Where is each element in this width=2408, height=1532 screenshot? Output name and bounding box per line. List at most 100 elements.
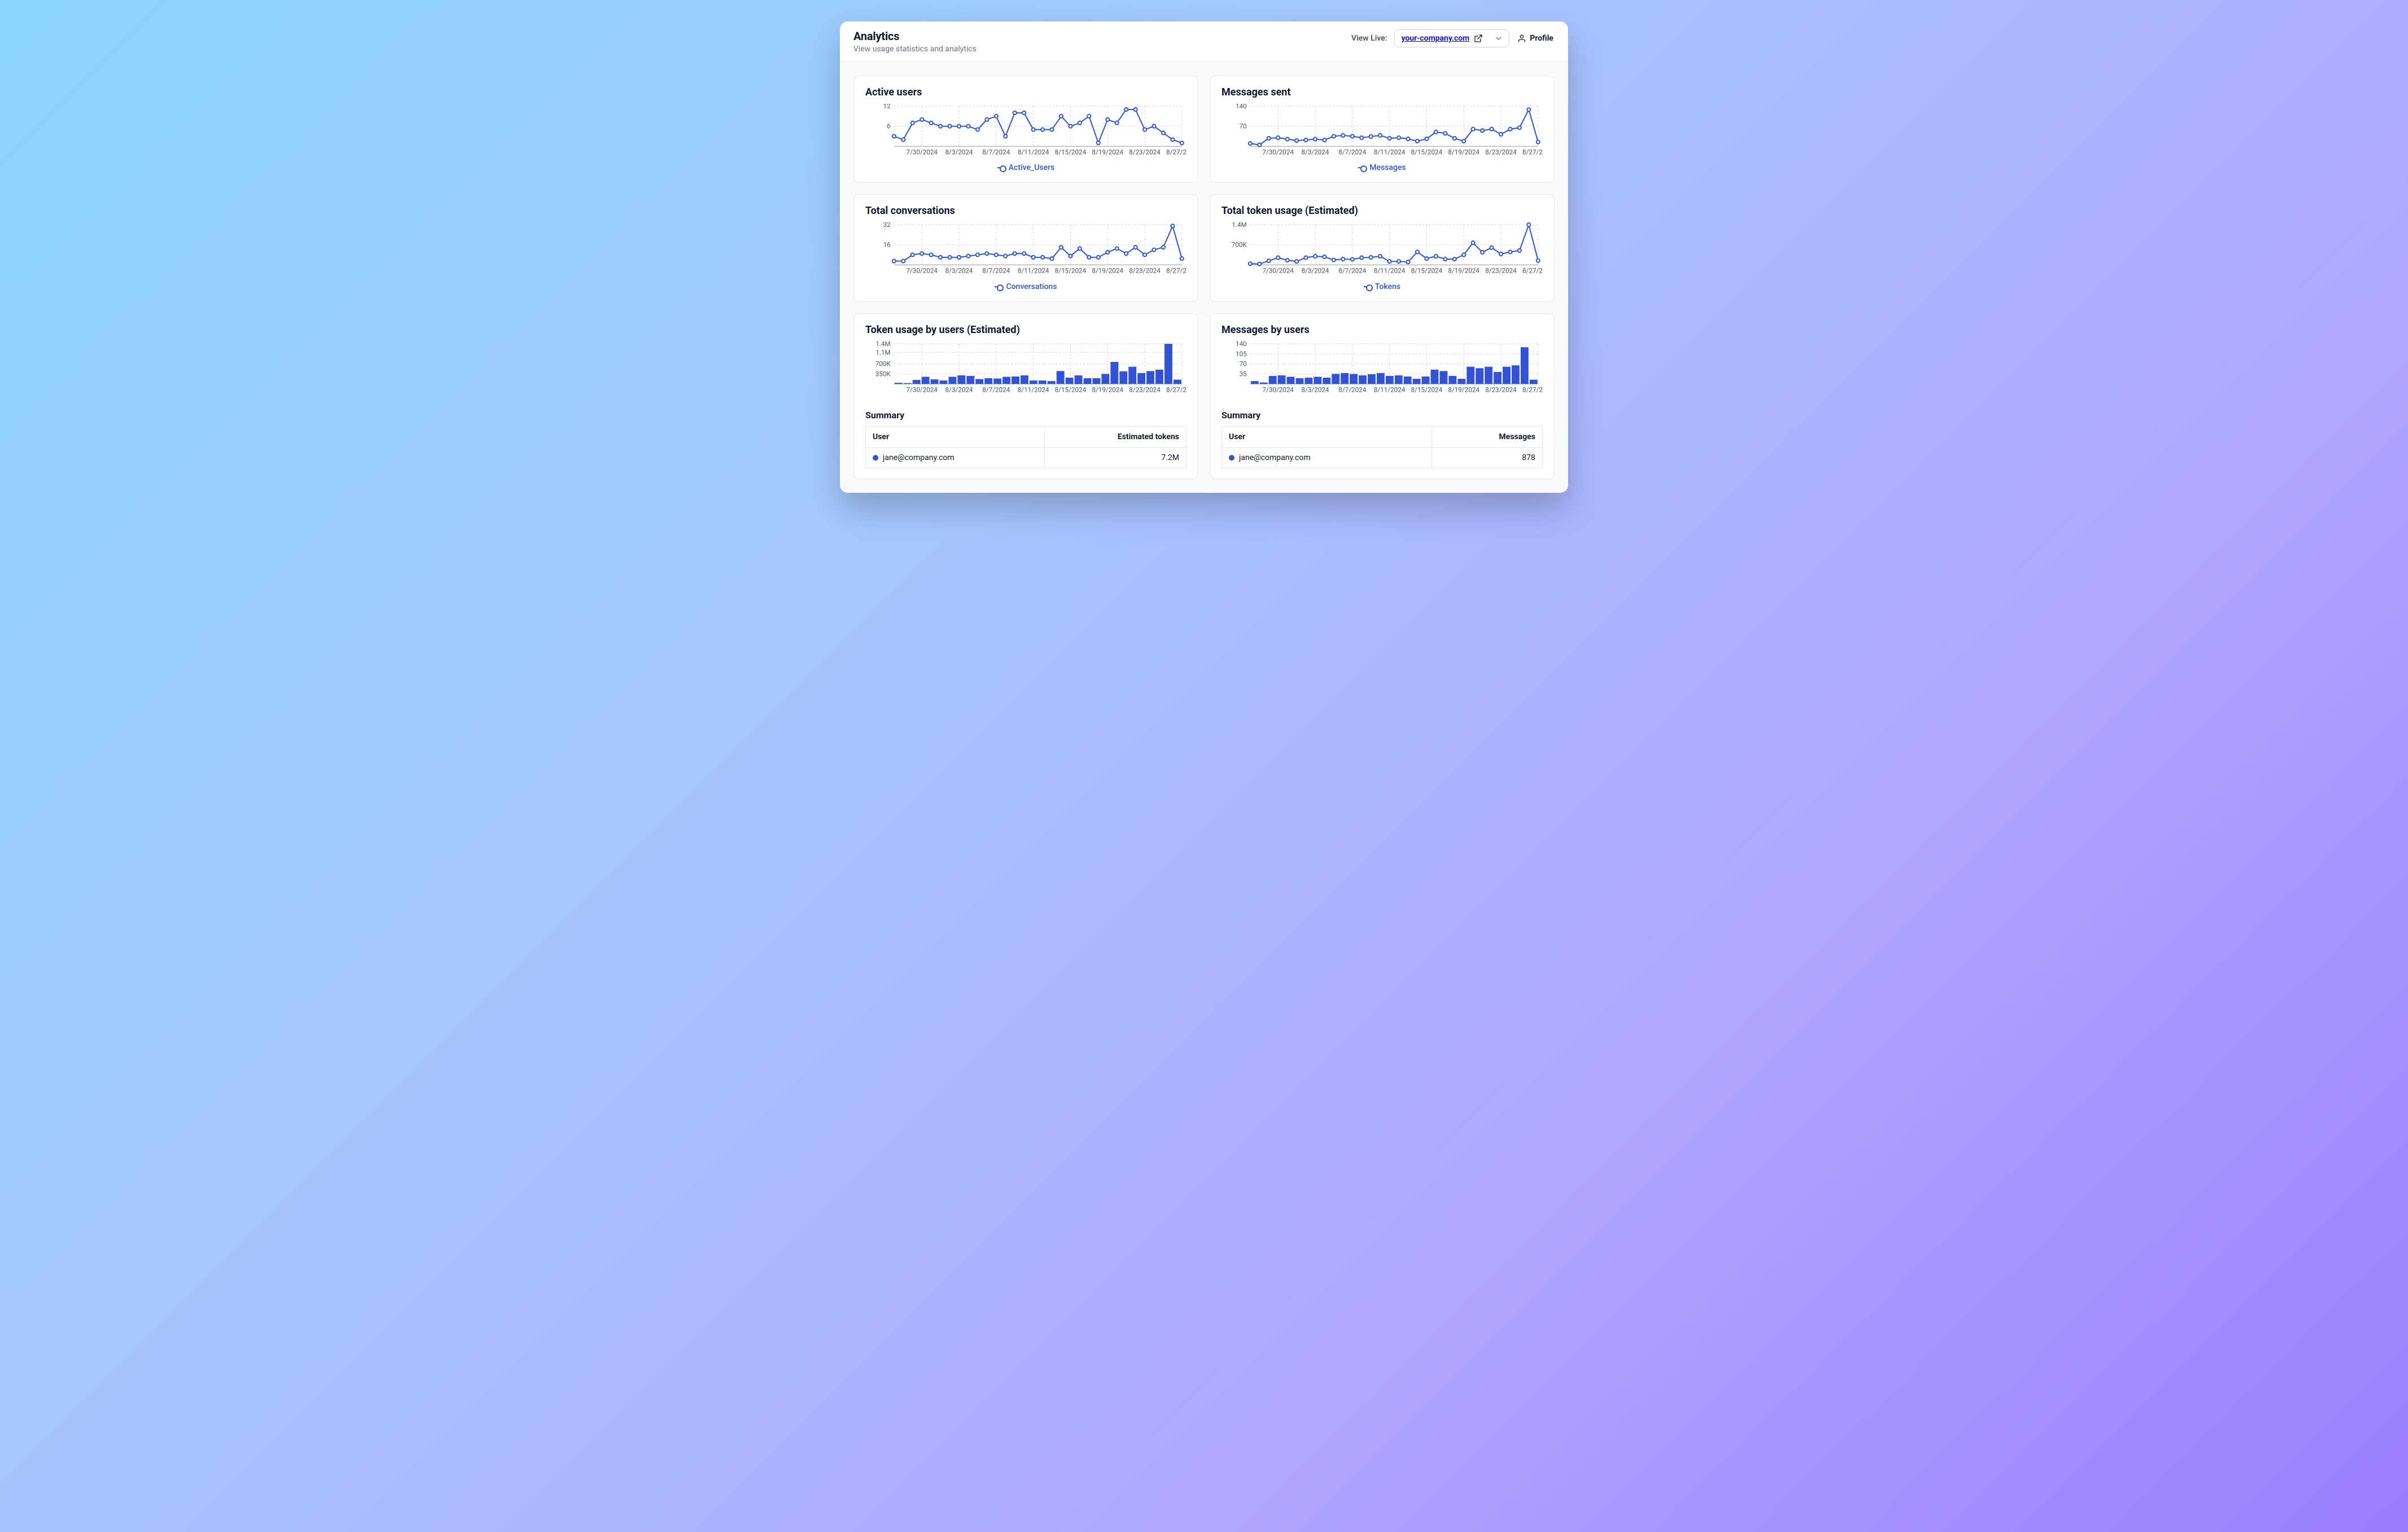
svg-text:8/7/2024: 8/7/2024	[1338, 148, 1366, 156]
svg-text:8/11/2024: 8/11/2024	[1018, 386, 1049, 393]
svg-text:8/7/2024: 8/7/2024	[982, 267, 1010, 275]
table-row[interactable]: jane@company.com 7.2M	[866, 448, 1187, 469]
chart-messages-by-users[interactable]: 35701051407/30/20248/3/20248/7/20248/11/…	[1221, 342, 1543, 396]
profile-label: Profile	[1530, 34, 1553, 43]
svg-text:8/3/2024: 8/3/2024	[1301, 386, 1329, 393]
card-title: Total token usage (Estimated)	[1221, 205, 1543, 217]
svg-text:8/23/2024: 8/23/2024	[1485, 386, 1517, 393]
legend-active-users: Active_Users	[865, 163, 1187, 172]
chart-total-tokens[interactable]: 700K1.4M7/30/20248/3/20248/7/20248/11/20…	[1221, 222, 1543, 277]
page-subtitle: View usage statistics and analytics	[853, 45, 977, 54]
summary-heading: Summary	[865, 410, 1187, 421]
svg-text:8/7/2024: 8/7/2024	[1338, 386, 1366, 393]
table-row[interactable]: jane@company.com 878	[1222, 448, 1543, 469]
svg-text:8/7/2024: 8/7/2024	[1338, 267, 1366, 275]
svg-text:35: 35	[1240, 370, 1247, 378]
table-header-user: User	[866, 427, 1045, 448]
open-live-domain-link[interactable]: your-company.com	[1395, 30, 1489, 47]
svg-text:8/19/2024: 8/19/2024	[1448, 148, 1479, 156]
svg-text:8/23/2024: 8/23/2024	[1129, 267, 1161, 275]
table-cell-value: 7.2M	[1045, 448, 1187, 469]
chart-total-conversations[interactable]: 16327/30/20248/3/20248/7/20248/11/20248/…	[865, 222, 1187, 277]
svg-text:140: 140	[1236, 104, 1247, 110]
svg-text:8/19/2024: 8/19/2024	[1448, 386, 1479, 393]
legend-label: Tokens	[1375, 282, 1400, 291]
svg-text:8/15/2024: 8/15/2024	[1055, 267, 1087, 275]
page-title: Analytics	[853, 29, 977, 43]
svg-text:8/11/2024: 8/11/2024	[1374, 267, 1406, 275]
svg-text:7/30/2024: 7/30/2024	[1262, 148, 1294, 156]
svg-text:7/30/2024: 7/30/2024	[906, 386, 938, 393]
table-cell-user: jane@company.com	[866, 448, 1045, 469]
card-title: Active users	[865, 86, 1187, 98]
series-color-dot-icon	[873, 455, 878, 461]
svg-text:7/30/2024: 7/30/2024	[1262, 267, 1294, 275]
svg-text:8/3/2024: 8/3/2024	[945, 386, 973, 393]
svg-text:8/3/2024: 8/3/2024	[1301, 148, 1329, 156]
chart-active-users[interactable]: 6127/30/20248/3/20248/7/20248/11/20248/1…	[865, 104, 1187, 159]
svg-text:8/7/2024: 8/7/2024	[982, 148, 1010, 156]
card-active-users: Active users 6127/30/20248/3/20248/7/202…	[853, 76, 1198, 183]
svg-text:7/30/2024: 7/30/2024	[1262, 386, 1294, 393]
legend-total-tokens: Tokens	[1221, 282, 1543, 291]
app-window: Analytics View usage statistics and anal…	[840, 21, 1568, 493]
page-heading: Analytics View usage statistics and anal…	[853, 29, 977, 54]
svg-text:6: 6	[887, 122, 891, 130]
svg-text:8/23/2024: 8/23/2024	[1129, 148, 1161, 156]
card-title: Messages sent	[1221, 86, 1543, 98]
chart-messages-sent[interactable]: 701407/30/20248/3/20248/7/20248/11/20248…	[1221, 104, 1543, 159]
legend-messages-sent: Messages	[1221, 163, 1543, 172]
series-color-dot-icon	[1229, 455, 1234, 461]
svg-text:12: 12	[883, 104, 891, 110]
table-header-value: Estimated tokens	[1045, 427, 1187, 448]
card-title: Messages by users	[1221, 324, 1543, 336]
svg-text:8/15/2024: 8/15/2024	[1411, 267, 1443, 275]
svg-text:8/19/2024: 8/19/2024	[1448, 267, 1479, 275]
table-cell-value: 878	[1431, 448, 1542, 469]
svg-text:8/15/2024: 8/15/2024	[1055, 148, 1087, 156]
table-cell-user: jane@company.com	[1222, 448, 1432, 469]
svg-text:8/15/2024: 8/15/2024	[1411, 386, 1443, 393]
domain-dropdown-button[interactable]	[1488, 30, 1509, 47]
legend-marker-icon	[995, 284, 1002, 289]
user-icon	[1517, 34, 1526, 43]
svg-text:70: 70	[1240, 122, 1247, 130]
profile-link[interactable]: Profile	[1516, 30, 1555, 46]
svg-text:8/15/2024: 8/15/2024	[1411, 148, 1443, 156]
chart-tokens-by-users[interactable]: 350K700K1.1M1.4M7/30/20248/3/20248/7/202…	[865, 342, 1187, 396]
legend-marker-icon	[997, 165, 1005, 170]
svg-text:1.4M: 1.4M	[875, 342, 890, 348]
card-messages-sent: Messages sent 70 140 7/30/2024 8/3/2024 8/7/…	[1210, 76, 1555, 183]
svg-text:8/11/2024: 8/11/2024	[1018, 267, 1049, 275]
svg-text:140: 140	[1236, 342, 1247, 348]
user-email: jane@company.com	[1239, 453, 1311, 462]
card-total-tokens: Total token usage (Estimated) 700K1.4M7/…	[1210, 194, 1555, 301]
card-grid: Active users 6 12 7/30/2024 8/3/2024 8/7/202…	[853, 76, 1555, 479]
svg-text:7/30/2024: 7/30/2024	[906, 267, 938, 275]
card-tokens-by-users: Token usage by users (Estimated) 350K700…	[853, 313, 1198, 479]
card-total-conversations: Total conversations 16327/30/20248/3/202…	[853, 194, 1198, 301]
svg-text:16: 16	[883, 241, 891, 249]
svg-text:700K: 700K	[875, 360, 891, 368]
legend-total-conversations: Conversations	[865, 282, 1187, 291]
chevron-down-icon	[1494, 34, 1503, 43]
svg-text:8/19/2024: 8/19/2024	[1092, 267, 1123, 275]
svg-text:8/19/2024: 8/19/2024	[1092, 148, 1123, 156]
svg-text:8/7/2024: 8/7/2024	[982, 386, 1010, 393]
svg-text:8/27/2024: 8/27/2024	[1166, 267, 1187, 275]
svg-text:8/27/2024: 8/27/2024	[1522, 386, 1543, 393]
view-live-label: View Live:	[1351, 34, 1387, 43]
summary-table-tokens: User Estimated tokens jane@company.com 7…	[865, 426, 1187, 469]
legend-marker-icon	[1364, 284, 1372, 289]
svg-text:8/3/2024: 8/3/2024	[945, 267, 973, 275]
topbar-actions: View Live: your-company.com Profile	[1351, 29, 1555, 47]
table-header-user: User	[1222, 427, 1432, 448]
svg-text:1.1M: 1.1M	[875, 348, 890, 356]
svg-text:8/23/2024: 8/23/2024	[1485, 148, 1517, 156]
svg-text:8/27/2024: 8/27/2024	[1522, 148, 1543, 156]
legend-label: Active_Users	[1009, 163, 1054, 172]
topbar: Analytics View usage statistics and anal…	[840, 21, 1568, 62]
svg-text:8/23/2024: 8/23/2024	[1129, 386, 1161, 393]
card-title: Total conversations	[865, 205, 1187, 217]
user-email: jane@company.com	[883, 453, 955, 462]
